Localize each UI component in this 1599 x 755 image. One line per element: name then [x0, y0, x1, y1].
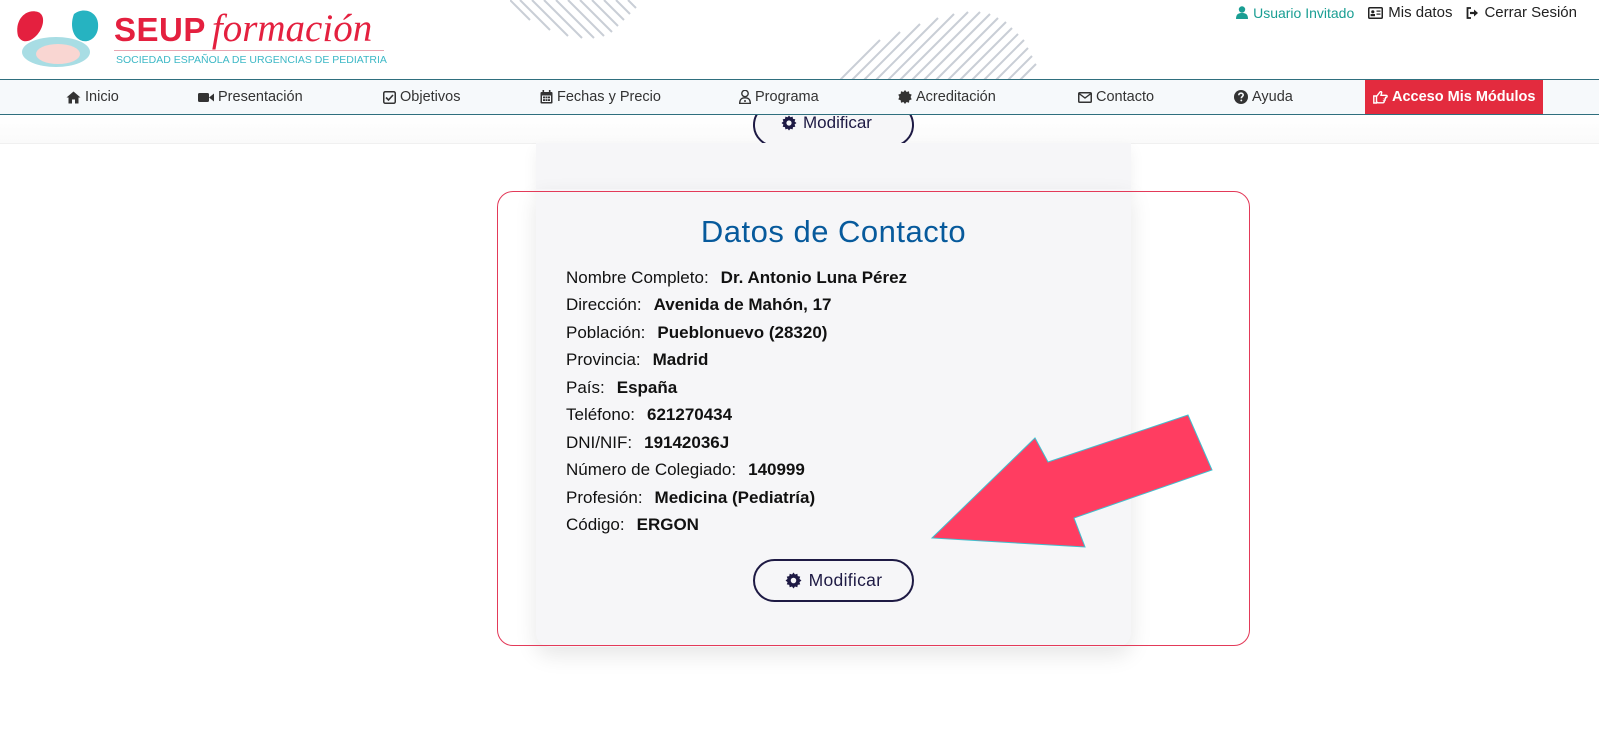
field-label: Población:	[566, 322, 646, 342]
nav-item-acreditacion[interactable]: Acreditación	[898, 80, 996, 114]
gear-icon	[781, 115, 797, 131]
site-header: SEUP formación SOCIEDAD ESPAÑOLA DE URGEN…	[0, 0, 1599, 80]
user-guest-link[interactable]: Usuario Invitado	[1236, 5, 1354, 21]
nav-label-presentacion: Presentación	[218, 89, 303, 105]
access-modules-label: Acceso Mis Módulos	[1392, 89, 1536, 105]
id-card-icon	[1368, 6, 1384, 19]
nav-item-fechas[interactable]: Fechas y Precio	[540, 80, 661, 114]
field-value: Medicina (Pediatría)	[654, 487, 816, 507]
nav-label-contacto: Contacto	[1096, 89, 1155, 105]
nav-item-contacto[interactable]: Contacto	[1078, 80, 1154, 114]
field-value: 621270434	[647, 405, 733, 425]
field-value: Dr. Antonio Luna Pérez	[720, 267, 908, 287]
field-label: Provincia:	[566, 350, 641, 370]
check-square-icon	[383, 90, 396, 104]
envelope-icon	[1078, 91, 1092, 103]
certificate-icon	[898, 90, 912, 104]
field-row: País: España	[566, 374, 1106, 402]
field-value: ERGON	[636, 515, 699, 535]
seup-logo-mark-icon	[17, 10, 99, 67]
top-modify-button[interactable]: Modificar	[753, 115, 914, 143]
field-row: Nombre Completo: Dr. Antonio Luna Pérez	[566, 264, 1106, 292]
field-value: Madrid	[652, 350, 709, 370]
modify-button[interactable]: Modificar	[753, 559, 914, 602]
field-label: Código:	[566, 515, 625, 535]
field-row: Provincia: Madrid	[566, 347, 1106, 375]
decorative-stripes-icon	[840, 11, 1037, 80]
field-value: 19142036J	[644, 432, 730, 452]
nav-label-fechas: Fechas y Precio	[557, 89, 661, 105]
field-label: País:	[566, 377, 605, 397]
seup-logo[interactable]: SEUP formación SOCIEDAD ESPAÑOLA DE URGEN…	[14, 6, 394, 72]
nav-item-objetivos[interactable]: Objetivos	[383, 80, 460, 114]
annotation-arrow-icon	[930, 414, 1213, 548]
logo-divider	[114, 50, 384, 51]
field-row: Población: Pueblonuevo (28320)	[566, 319, 1106, 347]
field-value: Avenida de Mahón, 17	[653, 295, 832, 315]
home-icon	[66, 91, 81, 103]
user-guest-label: Usuario Invitado	[1253, 4, 1355, 21]
field-value: Pueblonuevo (28320)	[657, 322, 828, 342]
field-row: Dirección: Avenida de Mahón, 17	[566, 292, 1106, 320]
nav-item-ayuda[interactable]: Ayuda	[1234, 80, 1293, 114]
logo-tagline: formación	[211, 7, 373, 50]
field-value: España	[616, 377, 678, 397]
nav-item-programa[interactable]: Programa	[739, 80, 819, 114]
logout-link[interactable]: Cerrar Sesión	[1466, 4, 1577, 21]
field-label: DNI/NIF:	[566, 432, 633, 452]
field-value: 140999	[748, 460, 805, 480]
field-label: Profesión:	[566, 487, 643, 507]
nav-label-objetivos: Objetivos	[400, 89, 461, 105]
hand-pointer-icon	[1373, 90, 1388, 104]
field-label: Nombre Completo:	[566, 267, 709, 287]
field-label: Dirección:	[566, 295, 642, 315]
logo-subtitle: SOCIEDAD ESPAÑOLA DE URGENCIAS DE PEDIAT…	[116, 54, 387, 66]
field-label: Número de Colegiado:	[566, 460, 737, 480]
decorative-stripes-icon	[510, 0, 637, 39]
my-data-label: Mis datos	[1388, 4, 1453, 21]
nav-label-ayuda: Ayuda	[1252, 89, 1293, 105]
logo-brand: SEUP	[114, 11, 206, 48]
nav-label-programa: Programa	[755, 89, 819, 105]
logout-label: Cerrar Sesión	[1484, 4, 1577, 21]
top-modify-label: Modificar	[803, 115, 872, 132]
nav-label-acreditacion: Acreditación	[916, 89, 996, 105]
sign-out-icon	[1467, 6, 1479, 19]
question-circle-icon	[1234, 90, 1248, 104]
user-links: Usuario Invitado Mis datos Cerrar Sesión	[1236, 4, 1577, 21]
access-modules-button[interactable]: Acceso Mis Módulos	[1365, 80, 1544, 114]
calendar-icon	[540, 90, 553, 104]
user-icon	[1236, 6, 1249, 19]
user-md-icon	[739, 90, 751, 104]
previous-card-section	[536, 143, 1131, 189]
video-icon	[198, 92, 214, 102]
modify-button-label: Modificar	[808, 570, 883, 590]
card-title: Datos de Contacto	[700, 214, 967, 249]
main-nav: Inicio Presentación Objetivos Fechas y P…	[0, 79, 1599, 115]
gear-icon	[785, 572, 802, 589]
nav-label-inicio: Inicio	[85, 89, 119, 105]
logo-brand-text: SEUP formación	[114, 6, 372, 51]
scroll-clip-area: Modificar	[536, 115, 1131, 143]
my-data-link[interactable]: Mis datos	[1368, 4, 1452, 21]
nav-item-presentacion[interactable]: Presentación	[198, 80, 303, 114]
nav-item-inicio[interactable]: Inicio	[66, 80, 119, 114]
field-label: Teléfono:	[566, 405, 635, 425]
